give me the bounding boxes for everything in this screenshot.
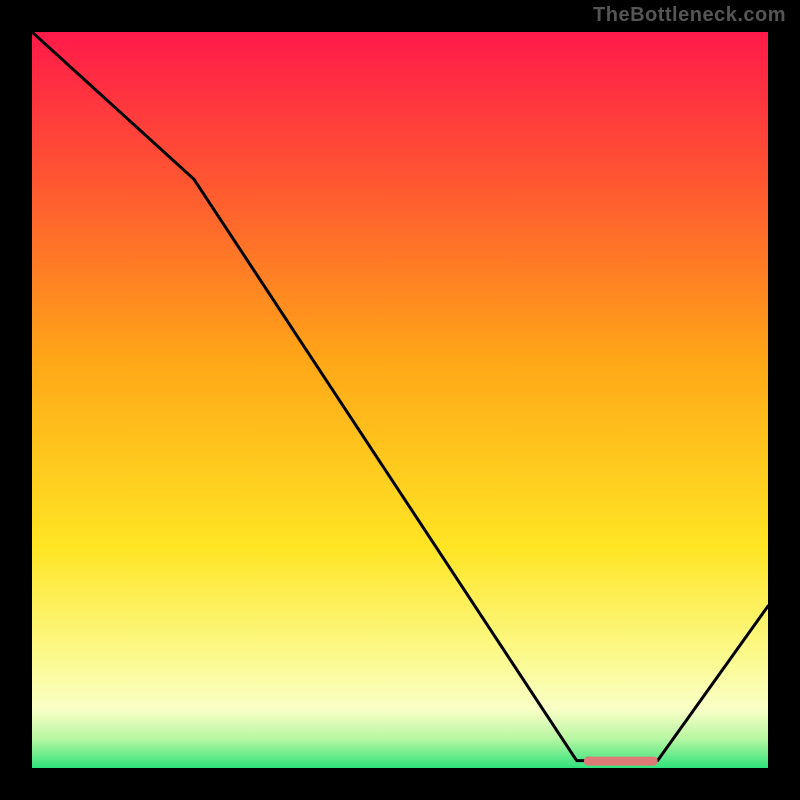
plot-area bbox=[32, 32, 768, 768]
watermark-text: TheBottleneck.com bbox=[593, 4, 786, 27]
chart-root: TheBottleneck.com bbox=[0, 0, 800, 800]
chart-svg bbox=[32, 32, 768, 768]
gradient-rect bbox=[32, 32, 768, 768]
x-axis bbox=[32, 768, 768, 772]
optimal-marker bbox=[584, 757, 658, 766]
y-axis bbox=[28, 32, 32, 772]
